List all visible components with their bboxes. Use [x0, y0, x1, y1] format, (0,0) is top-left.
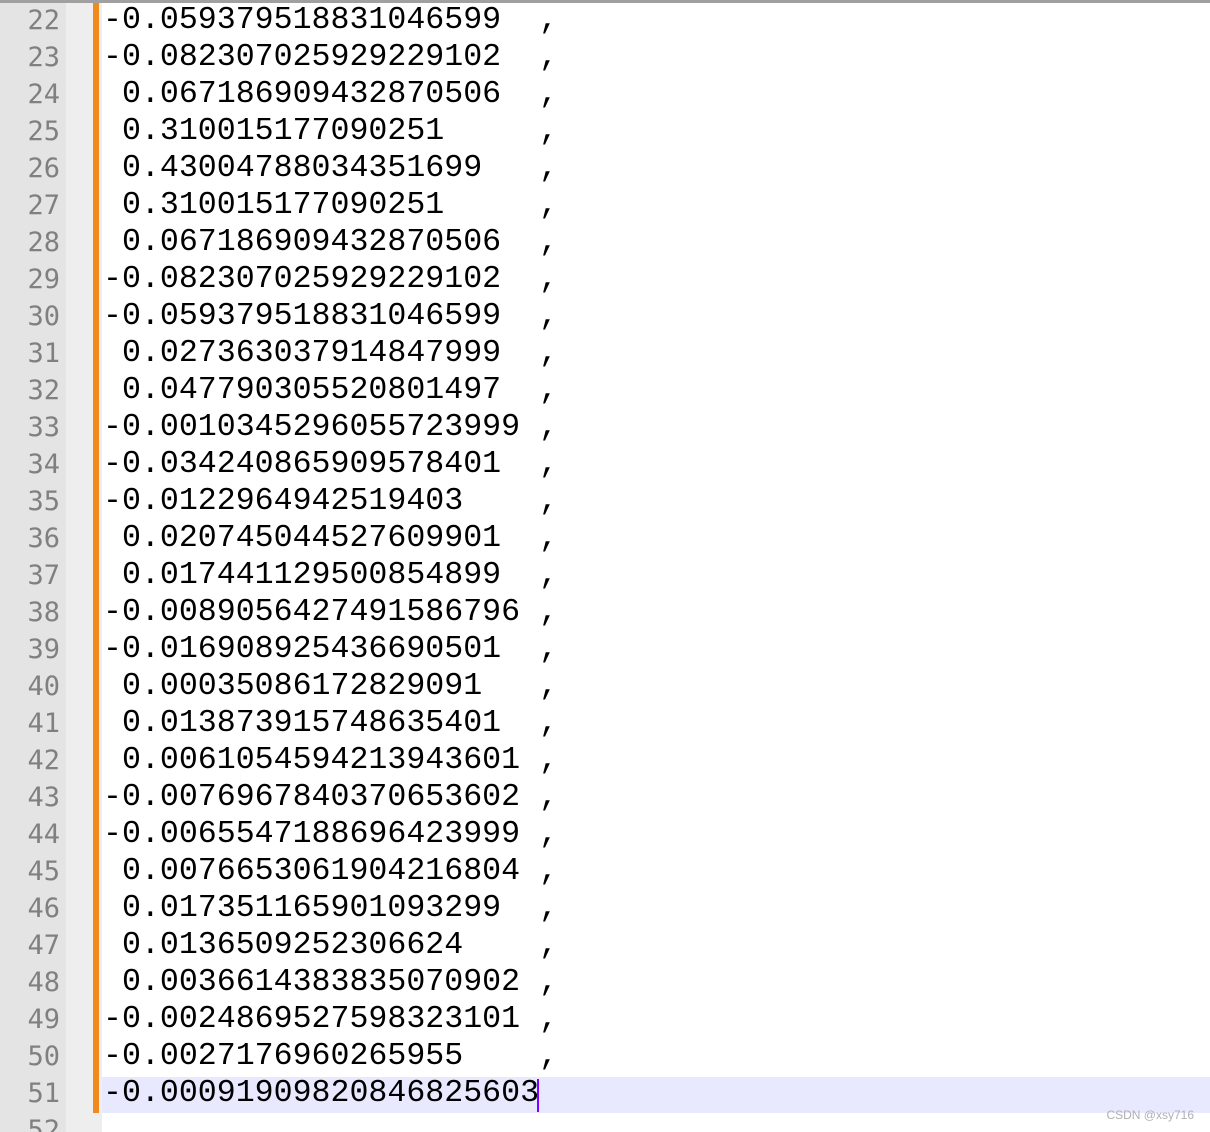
editor-line[interactable]: 24 0.067186909432870506 ,: [0, 76, 1210, 113]
line-number: 46: [27, 893, 60, 924]
line-number: 27: [27, 190, 60, 221]
editor-line[interactable]: 36 0.020745044527609901 ,: [0, 520, 1210, 557]
line-text[interactable]: -0.0065547188696423999 ,: [103, 816, 558, 853]
line-text[interactable]: 0.310015177090251 ,: [103, 187, 558, 224]
line-number: 36: [27, 523, 60, 554]
line-number: 38: [27, 597, 60, 628]
line-number: 49: [27, 1004, 60, 1035]
line-number: 51: [27, 1078, 60, 1109]
line-text[interactable]: 0.020745044527609901 ,: [103, 520, 558, 557]
editor-line[interactable]: 23 -0.082307025929229102 ,: [0, 39, 1210, 76]
line-text[interactable]: 0.017351165901093299 ,: [103, 890, 558, 927]
editor-line[interactable]: 50 -0.0027176960265955 ,: [0, 1038, 1210, 1075]
line-number: 42: [27, 745, 60, 776]
line-text[interactable]: 0.0076653061904216804 ,: [103, 853, 558, 890]
line-number: 39: [27, 634, 60, 665]
line-text[interactable]: 0.310015177090251 ,: [103, 113, 558, 150]
editor-line[interactable]: 39 -0.016908925436690501 ,: [0, 631, 1210, 668]
line-text[interactable]: -0.016908925436690501 ,: [103, 631, 558, 668]
editor-line[interactable]: 34 -0.034240865909578401 ,: [0, 446, 1210, 483]
text-editor[interactable]: 22 -0.059379518831046599 , 23 -0.0823070259…: [0, 0, 1210, 1132]
line-text[interactable]: 0.027363037914847999 ,: [103, 335, 558, 372]
editor-line[interactable]: 37 0.017441129500854899 ,: [0, 557, 1210, 594]
line-text[interactable]: 0.067186909432870506 ,: [103, 76, 558, 113]
line-number: 50: [27, 1041, 60, 1072]
editor-line[interactable]: 51 -0.00091909820846825603: [0, 1075, 1210, 1112]
line-text[interactable]: -0.0076967840370653602 ,: [103, 779, 558, 816]
editor-line[interactable]: 46 0.017351165901093299 ,: [0, 890, 1210, 927]
line-number: 26: [27, 153, 60, 184]
line-number: 40: [27, 671, 60, 702]
line-number: 29: [27, 264, 60, 295]
line-number: 31: [27, 338, 60, 369]
editor-line[interactable]: 32 0.047790305520801497 ,: [0, 372, 1210, 409]
line-number: 32: [27, 375, 60, 406]
line-text[interactable]: 0.047790305520801497 ,: [103, 372, 558, 409]
editor-line[interactable]: 43 -0.0076967840370653602 ,: [0, 779, 1210, 816]
line-text[interactable]: 0.0036614383835070902 ,: [103, 964, 558, 1001]
editor-line[interactable]: 40 0.00035086172829091 ,: [0, 668, 1210, 705]
editor-line[interactable]: 26 0.43004788034351699 ,: [0, 150, 1210, 187]
line-number: 33: [27, 412, 60, 443]
line-text[interactable]: -0.034240865909578401 ,: [103, 446, 558, 483]
editor-line[interactable]: 48 0.0036614383835070902 ,: [0, 964, 1210, 1001]
line-text[interactable]: -0.059379518831046599 ,: [103, 2, 558, 39]
line-text[interactable]: 0.0061054594213943601 ,: [103, 742, 558, 779]
editor-line[interactable]: 42 0.0061054594213943601 ,: [0, 742, 1210, 779]
line-text[interactable]: -0.059379518831046599 ,: [103, 298, 558, 335]
line-number: 28: [27, 227, 60, 258]
line-number: 24: [27, 79, 60, 110]
editor-line[interactable]: 38 -0.0089056427491586796 ,: [0, 594, 1210, 631]
line-number: 23: [27, 42, 60, 73]
editor-line[interactable]: 45 0.0076653061904216804 ,: [0, 853, 1210, 890]
line-text[interactable]: -0.082307025929229102 ,: [103, 261, 558, 298]
line-text[interactable]: -0.0010345296055723999 ,: [103, 409, 558, 446]
line-text[interactable]: -0.0027176960265955 ,: [103, 1038, 558, 1075]
line-text[interactable]: -0.00091909820846825603: [103, 1075, 539, 1112]
editor-line[interactable]: 30 -0.059379518831046599 ,: [0, 298, 1210, 335]
line-text[interactable]: 0.43004788034351699 ,: [103, 150, 558, 187]
text-caret: [537, 1079, 539, 1112]
editor-line[interactable]: 33 -0.0010345296055723999 ,: [0, 409, 1210, 446]
editor-line[interactable]: 49 -0.0024869527598323101 ,: [0, 1001, 1210, 1038]
line-number: 43: [27, 782, 60, 813]
line-number: 48: [27, 967, 60, 998]
editor-line[interactable]: 22 -0.059379518831046599 ,: [0, 2, 1210, 39]
line-text[interactable]: -0.082307025929229102 ,: [103, 39, 558, 76]
line-number: 34: [27, 449, 60, 480]
watermark: CSDN @xsy716: [1106, 1108, 1194, 1122]
line-number: 25: [27, 116, 60, 147]
editor-line[interactable]: 35 -0.0122964942519403 ,: [0, 483, 1210, 520]
editor-line[interactable]: 31 0.027363037914847999 ,: [0, 335, 1210, 372]
editor-line[interactable]: 27 0.310015177090251 ,: [0, 187, 1210, 224]
line-text[interactable]: -0.0024869527598323101 ,: [103, 1001, 558, 1038]
line-number: 22: [27, 5, 60, 36]
line-number: 44: [27, 819, 60, 850]
line-text[interactable]: 0.067186909432870506 ,: [103, 224, 558, 261]
editor-line[interactable]: 41 0.013873915748635401 ,: [0, 705, 1210, 742]
line-number: 41: [27, 708, 60, 739]
editor-line[interactable]: 29 -0.082307025929229102 ,: [0, 261, 1210, 298]
line-number: 45: [27, 856, 60, 887]
line-number: 47: [27, 930, 60, 961]
line-text[interactable]: -0.0122964942519403 ,: [103, 483, 558, 520]
line-text[interactable]: 0.017441129500854899 ,: [103, 557, 558, 594]
line-text[interactable]: 0.00035086172829091 ,: [103, 668, 558, 705]
line-text[interactable]: 0.0136509252306624 ,: [103, 927, 558, 964]
line-number: 52: [27, 1115, 60, 1132]
editor-line[interactable]: 28 0.067186909432870506 ,: [0, 224, 1210, 261]
editor-line[interactable]: 25 0.310015177090251 ,: [0, 113, 1210, 150]
line-number: 35: [27, 486, 60, 517]
editor-line[interactable]: 47 0.0136509252306624 ,: [0, 927, 1210, 964]
line-number: 30: [27, 301, 60, 332]
editor-line[interactable]: 44 -0.0065547188696423999 ,: [0, 816, 1210, 853]
editor-line[interactable]: 52: [0, 1112, 1210, 1132]
line-text[interactable]: 0.013873915748635401 ,: [103, 705, 558, 742]
line-number: 37: [27, 560, 60, 591]
line-text[interactable]: -0.0089056427491586796 ,: [103, 594, 558, 631]
